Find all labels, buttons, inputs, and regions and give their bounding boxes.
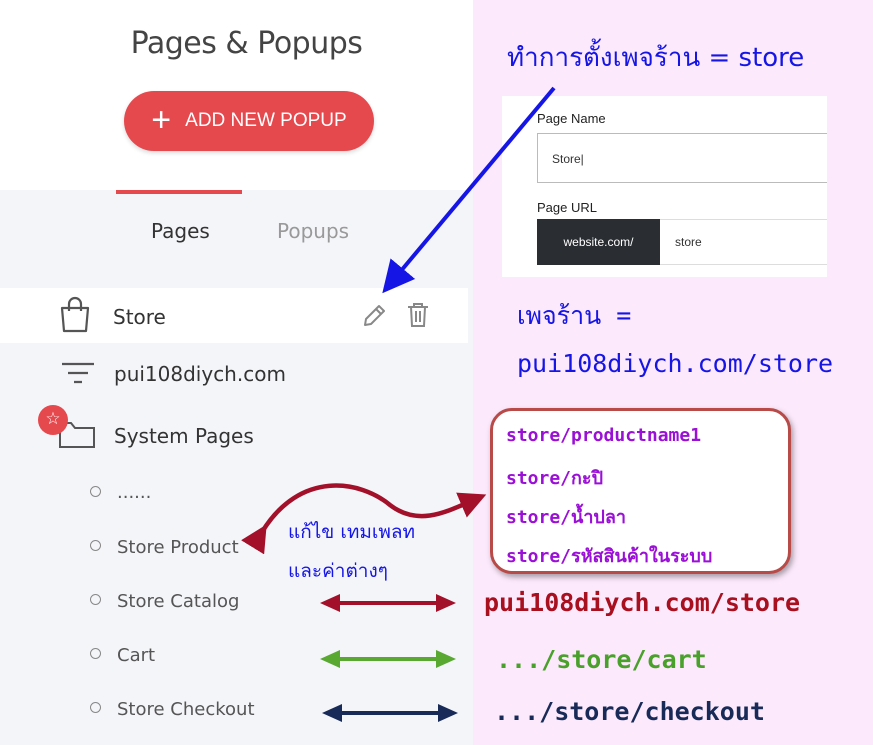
bullet-icon xyxy=(90,486,101,497)
page-item-site[interactable]: pui108diych.com xyxy=(114,362,286,386)
tab-pages[interactable]: Pages xyxy=(151,219,210,243)
page-name-label: Page Name xyxy=(537,111,606,126)
shopping-bag-icon xyxy=(60,296,90,333)
panel-title: Pages & Popups xyxy=(130,26,363,61)
page-item-label: Store xyxy=(113,305,166,329)
bullet-icon xyxy=(90,648,101,659)
catalog-url: pui108diych.com/store xyxy=(484,588,801,617)
add-button-label: ADD NEW POPUP xyxy=(185,110,347,131)
product-url-2: store/กะปิ xyxy=(506,468,604,489)
system-page-store-product[interactable]: Store Product xyxy=(117,537,239,558)
edit-values-note: และค่าต่างๆ xyxy=(288,560,388,582)
page-settings-card: Page Name Store| Page URL website.com/ s… xyxy=(502,96,827,277)
system-page-store-checkout[interactable]: Store Checkout xyxy=(117,699,255,720)
add-new-popup-button[interactable]: + ADD NEW POPUP xyxy=(124,91,374,151)
page-item-system[interactable]: System Pages xyxy=(114,424,254,448)
bullet-icon xyxy=(90,702,101,713)
edit-template-note: แก้ไข เทมเพลท xyxy=(288,521,416,543)
bullet-icon xyxy=(90,540,101,551)
product-url-4: store/รหัสสินค้าในระบบ xyxy=(506,546,713,567)
shop-page-url: pui108diych.com/store xyxy=(517,349,834,378)
page-url-input[interactable]: store xyxy=(660,219,827,265)
trash-icon[interactable] xyxy=(406,302,430,328)
page-item-store[interactable]: Store xyxy=(0,288,468,343)
url-prefix: website.com/ xyxy=(537,219,660,265)
plus-icon: + xyxy=(151,100,172,139)
active-tab-indicator xyxy=(116,190,242,194)
page-url-label: Page URL xyxy=(537,200,597,215)
page-name-input[interactable]: Store| xyxy=(537,133,827,183)
pencil-icon[interactable] xyxy=(361,303,387,329)
system-page-cart[interactable]: Cart xyxy=(117,645,155,666)
product-url-3: store/น้ำปลา xyxy=(506,507,626,528)
shop-page-label: เพจร้าน = xyxy=(517,301,632,330)
checkout-url: .../store/checkout xyxy=(494,697,765,726)
set-store-page-heading: ทำการตั้งเพจร้าน = store xyxy=(507,43,805,73)
product-url-box: store/productname1 store/กะปิ store/น้ำป… xyxy=(490,408,791,574)
star-icon: ☆ xyxy=(38,405,68,435)
tab-popups[interactable]: Popups xyxy=(277,219,349,243)
cart-url: .../store/cart xyxy=(496,645,707,674)
filter-lines-icon xyxy=(62,362,94,384)
bullet-icon xyxy=(90,594,101,605)
panel-header: Pages & Popups + ADD NEW POPUP xyxy=(0,0,473,190)
system-page-ellipsis[interactable]: ...... xyxy=(117,482,151,503)
pages-panel: Pages & Popups + ADD NEW POPUP Pages Pop… xyxy=(0,0,473,745)
system-page-store-catalog[interactable]: Store Catalog xyxy=(117,591,239,612)
product-url-1: store/productname1 xyxy=(506,425,702,446)
